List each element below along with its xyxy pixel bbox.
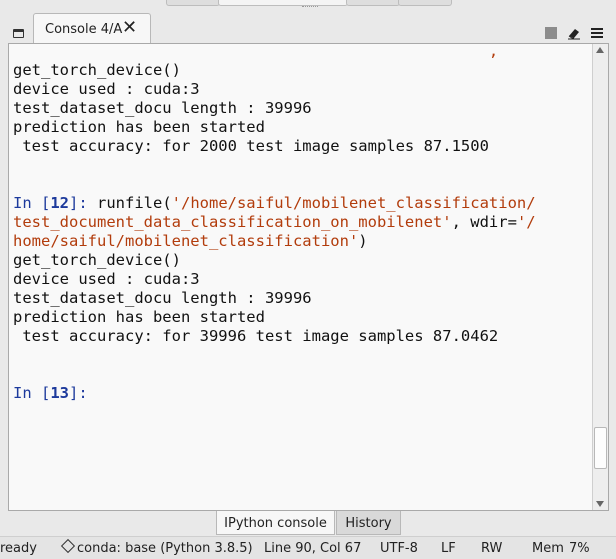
status-eol: LF bbox=[441, 541, 456, 556]
input-line-12: In [12]: runfile('/home/saiful/mobilenet… bbox=[13, 194, 593, 213]
clipped-line: , bbox=[13, 43, 499, 60]
output-line: get_torch_device() bbox=[13, 61, 181, 79]
status-memory-value: 7% bbox=[569, 541, 590, 556]
status-bar: ready conda: base (Python 3.8.5) Line 90… bbox=[0, 536, 616, 559]
bottom-pane-tabs: IPython console History bbox=[0, 511, 616, 535]
status-encoding: UTF-8 bbox=[380, 541, 418, 556]
output-line: test_dataset_docu length : 39996 bbox=[13, 99, 312, 117]
output-line: prediction has been started bbox=[13, 118, 265, 136]
output-line: test accuracy: for 2000 test image sampl… bbox=[13, 137, 489, 155]
ipython-console-pane[interactable]: , get_torch_device() device used : cuda:3 t… bbox=[8, 43, 609, 511]
output-line: device used : cuda:3 bbox=[13, 270, 200, 288]
ghost-tab-active[interactable] bbox=[218, 0, 348, 6]
code-string: '/home/saiful/mobilenet_classification/ bbox=[171, 194, 536, 212]
eraser-icon[interactable] bbox=[567, 26, 581, 40]
code-arg: , wdir= bbox=[451, 213, 517, 231]
close-icon[interactable]: ✕ bbox=[122, 19, 137, 37]
console-output: , get_torch_device() device used : cuda:3 t… bbox=[13, 43, 593, 403]
vertical-scrollbar[interactable] bbox=[592, 44, 608, 510]
code-string: '/ bbox=[516, 213, 536, 231]
status-permissions: RW bbox=[481, 541, 503, 556]
tab-menu-icon[interactable] bbox=[13, 29, 24, 38]
output-line: device used : cuda:3 bbox=[13, 80, 200, 98]
stop-icon[interactable] bbox=[545, 27, 557, 39]
output-line: test accuracy: for 39996 test image samp… bbox=[13, 327, 499, 345]
tab-label: Console 4/A bbox=[45, 22, 123, 37]
tab-console-4a[interactable]: Console 4/A ✕ bbox=[33, 13, 151, 44]
status-ready: ready bbox=[0, 541, 37, 556]
conda-cube-icon bbox=[60, 538, 76, 554]
hamburger-menu-icon[interactable] bbox=[591, 28, 603, 38]
status-environment[interactable]: conda: base (Python 3.8.5) bbox=[60, 538, 253, 556]
code-string: test_document_data_classification_on_mob… bbox=[13, 213, 452, 231]
output-line: prediction has been started bbox=[13, 308, 265, 326]
tab-history[interactable]: History bbox=[336, 511, 401, 535]
status-memory-label: Mem bbox=[532, 541, 564, 556]
ghost-tab[interactable] bbox=[398, 0, 452, 6]
output-line: get_torch_device() bbox=[13, 251, 181, 269]
output-line: test_dataset_docu length : 39996 bbox=[13, 289, 312, 307]
input-line-13: In [13]: bbox=[13, 384, 593, 403]
tab-ipython-console[interactable]: IPython console bbox=[216, 511, 335, 535]
console-tab-bar: Console 4/A ✕ bbox=[0, 12, 616, 44]
code-string: home/saiful/mobilenet_classification' bbox=[13, 232, 359, 250]
scroll-up-arrow-icon[interactable] bbox=[596, 47, 604, 53]
ghost-tab[interactable] bbox=[166, 0, 220, 6]
code-call: runfile( bbox=[97, 194, 172, 212]
in-prompt-12: In [12]: bbox=[13, 194, 97, 212]
scrollbar-thumb[interactable] bbox=[594, 427, 607, 469]
drag-handle[interactable] bbox=[302, 6, 318, 10]
ghost-tab[interactable] bbox=[346, 0, 400, 6]
status-cursor-position: Line 90, Col 67 bbox=[264, 541, 362, 556]
top-tab-strip bbox=[0, 0, 616, 8]
in-prompt-13[interactable]: In [13]: bbox=[13, 384, 88, 402]
scroll-down-arrow-icon[interactable] bbox=[596, 501, 604, 507]
code-paren: ) bbox=[358, 232, 368, 250]
